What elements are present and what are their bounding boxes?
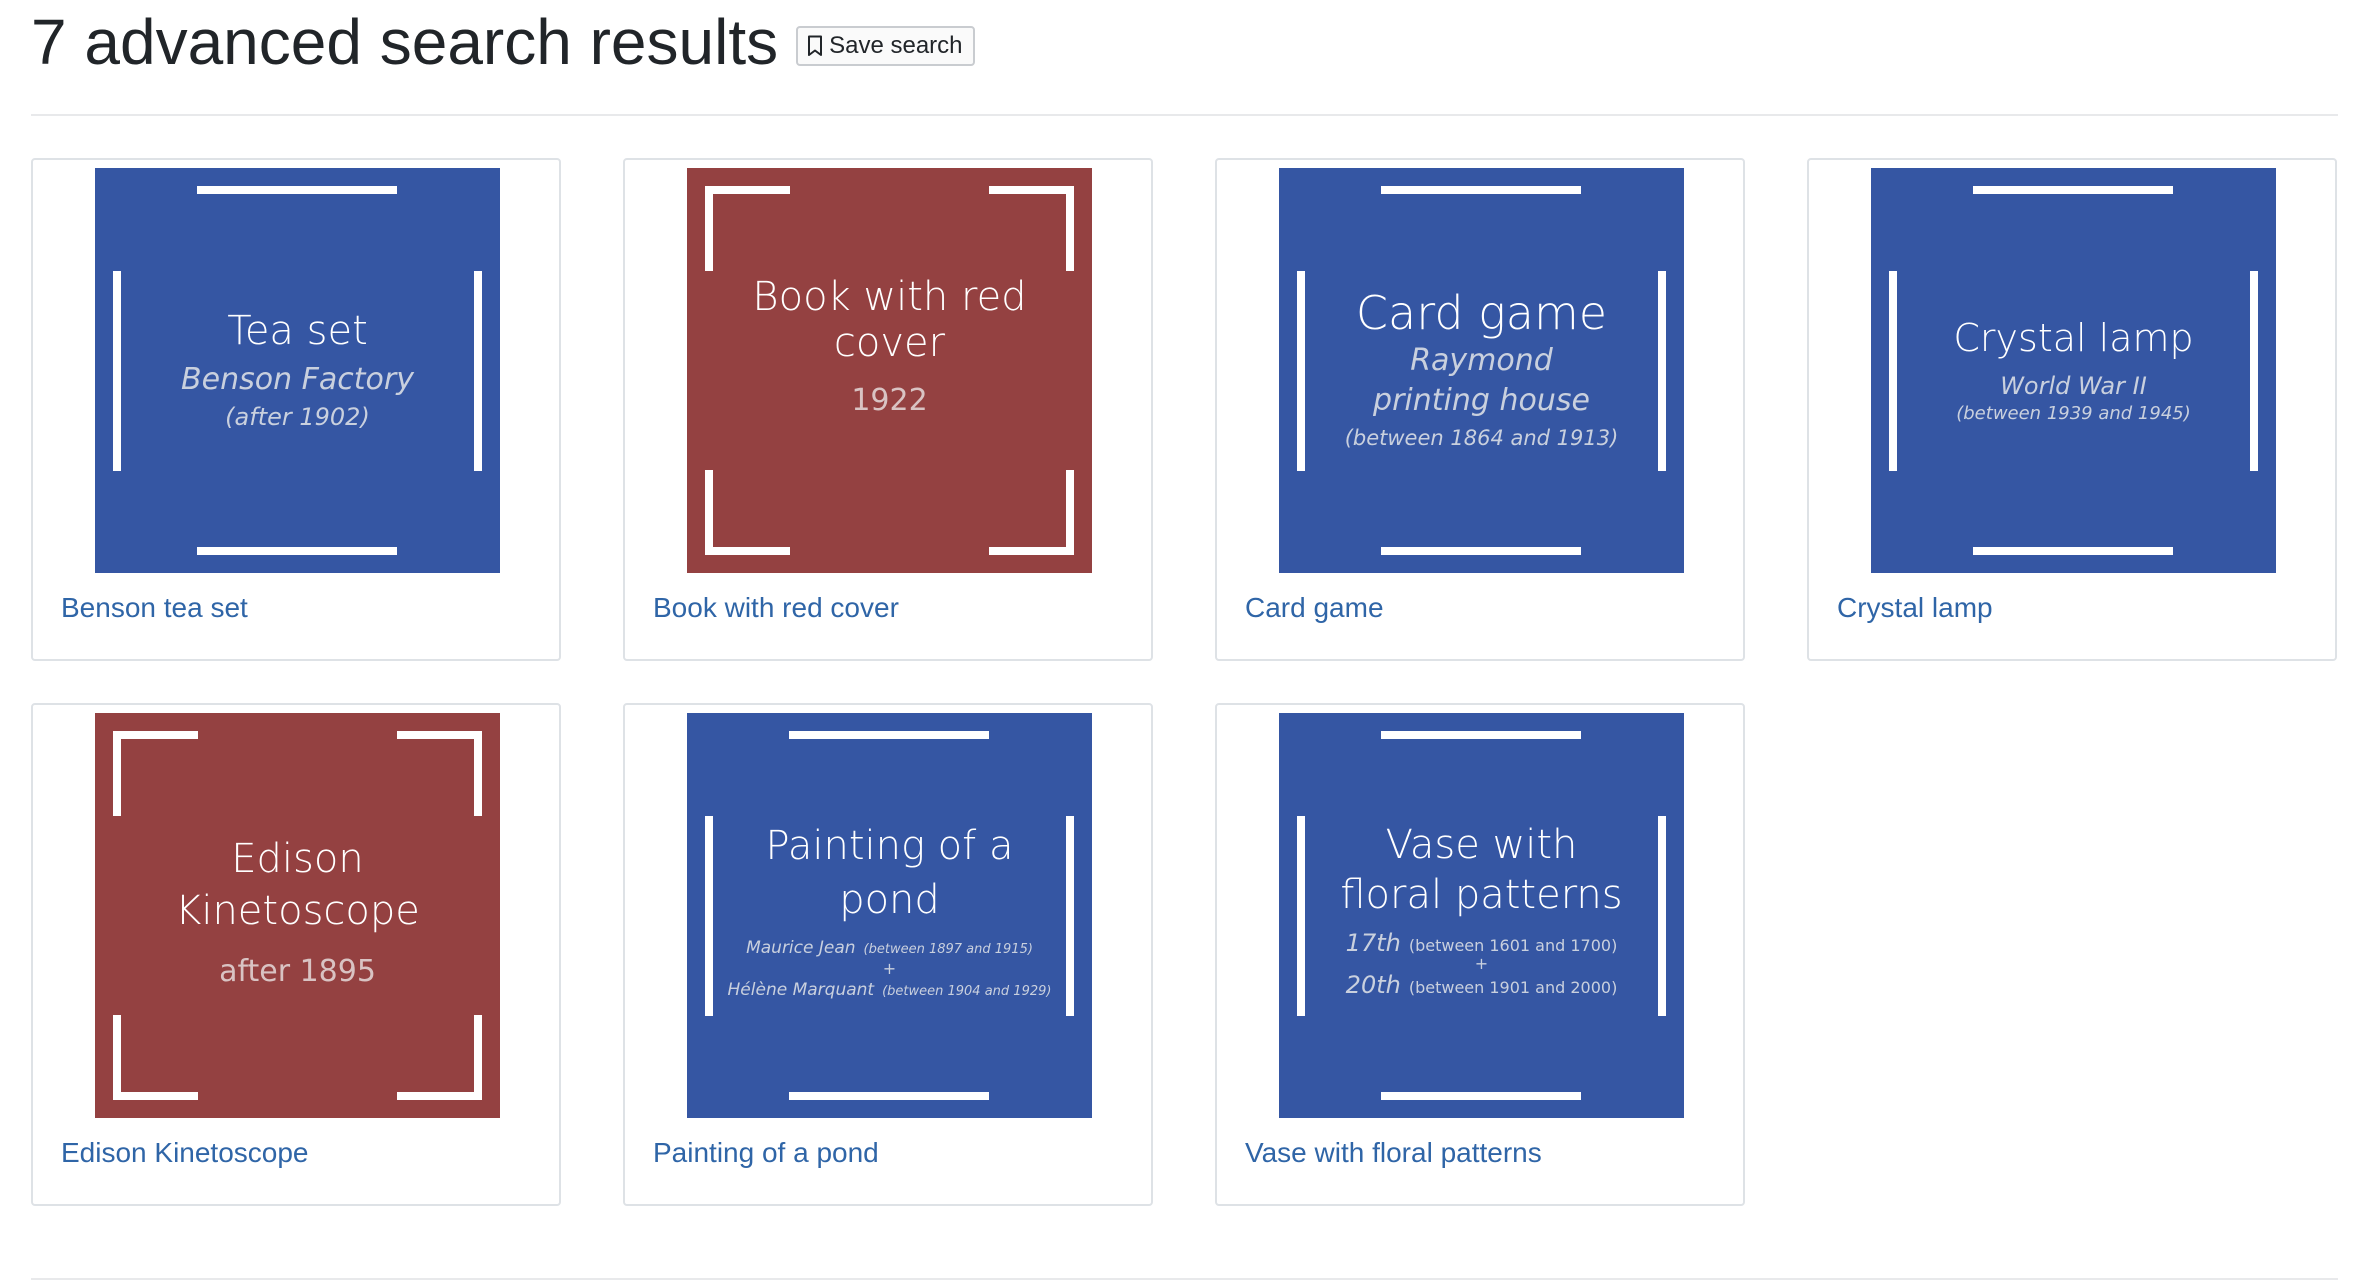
result-card: Painting of a pond Maurice Jean (between…	[623, 703, 1153, 1206]
thumbnail-century2: 20th	[1345, 970, 1401, 999]
results-header: 7 advanced search results Save search	[31, 0, 2338, 84]
thumbnail-title-line2: Kinetoscope	[175, 887, 420, 934]
thumbnail-century1-date: (between 1601 and 1700)	[1408, 935, 1618, 955]
thumbnail-title-line2: floral patterns	[1340, 871, 1623, 918]
thumbnail-date: (between 1864 and 1913)	[1344, 425, 1619, 450]
thumbnail-date: (between 1939 and 1945)	[1956, 402, 2191, 424]
result-card: Card game Raymond printing house (betwee…	[1215, 158, 1745, 661]
result-thumbnail[interactable]: Crystal lamp World War II (between 1939 …	[1871, 168, 2276, 573]
thumbnail-title-line2: cover	[833, 319, 946, 366]
result-thumbnail[interactable]: Edison Kinetoscope after 1895	[95, 713, 500, 1118]
thumbnail-title-line1: Painting of a	[765, 822, 1014, 869]
thumbnail-plus: +	[1474, 953, 1489, 973]
thumbnail-date: after 1895	[219, 953, 376, 989]
page-title: 7 advanced search results	[31, 6, 779, 78]
thumbnail-title: Crystal lamp	[1953, 315, 2194, 360]
result-thumbnail[interactable]: Vase with floral patterns 17th (between …	[1279, 713, 1684, 1118]
thumbnail-title-line1: Book with red	[752, 273, 1027, 320]
thumbnail-subtitle: World War II	[2000, 371, 2147, 400]
thumbnail-title-line2: pond	[839, 876, 940, 923]
thumbnail-person2: Hélène Marquant	[727, 979, 875, 1000]
top-divider	[31, 114, 2338, 116]
thumbnail-person1: Maurice Jean	[746, 937, 856, 958]
thumbnail-century2-date: (between 1901 and 2000)	[1408, 977, 1618, 997]
thumbnail-person1-date: (between 1897 and 1915)	[863, 941, 1033, 957]
result-link[interactable]: Vase with floral patterns	[1245, 1137, 1542, 1169]
result-card: Vase with floral patterns 17th (between …	[1215, 703, 1745, 1206]
thumbnail-title: Tea set	[227, 307, 368, 354]
thumbnail-title: Card game	[1355, 285, 1608, 340]
search-results-page: 7 advanced search results Save search Te…	[31, 0, 2338, 1280]
thumbnail-subtitle-line2: printing house	[1373, 382, 1590, 418]
result-thumbnail[interactable]: Book with red cover 1922	[687, 168, 1092, 573]
result-link[interactable]: Edison Kinetoscope	[61, 1137, 309, 1169]
thumbnail-plus: +	[882, 958, 897, 978]
result-link[interactable]: Painting of a pond	[653, 1137, 879, 1169]
result-card: Tea set Benson Factory (after 1902) Bens…	[31, 158, 561, 661]
thumbnail-date: 1922	[851, 382, 928, 418]
result-thumbnail[interactable]: Painting of a pond Maurice Jean (between…	[687, 713, 1092, 1118]
save-search-button[interactable]: Save search	[796, 26, 975, 66]
thumbnail-century1: 17th	[1345, 928, 1401, 957]
thumbnail-title-line1: Vase with	[1385, 821, 1578, 868]
bottom-divider	[31, 1278, 2338, 1280]
thumbnail-date: (after 1902)	[225, 402, 370, 431]
bookmark-icon	[808, 35, 823, 56]
result-card: Book with red cover 1922 Book with red c…	[623, 158, 1153, 661]
result-thumbnail[interactable]: Card game Raymond printing house (betwee…	[1279, 168, 1684, 573]
thumbnail-subtitle-line1: Raymond	[1410, 342, 1553, 378]
result-thumbnail[interactable]: Tea set Benson Factory (after 1902)	[95, 168, 500, 573]
thumbnail-person2-date: (between 1904 and 1929)	[882, 983, 1052, 999]
save-search-label: Save search	[829, 32, 963, 59]
result-link[interactable]: Benson tea set	[61, 592, 248, 624]
result-link[interactable]: Card game	[1245, 592, 1384, 624]
thumbnail-title-line1: Edison	[231, 835, 364, 882]
result-link[interactable]: Crystal lamp	[1837, 592, 1993, 624]
result-link[interactable]: Book with red cover	[653, 592, 899, 624]
thumbnail-subtitle: Benson Factory	[181, 361, 414, 397]
result-card: Crystal lamp World War II (between 1939 …	[1807, 158, 2337, 661]
result-card: Edison Kinetoscope after 1895 Edison Kin…	[31, 703, 561, 1206]
